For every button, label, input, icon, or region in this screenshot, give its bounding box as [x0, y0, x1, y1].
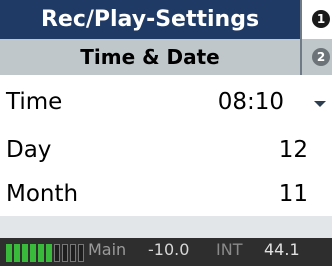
section-subtitle: Time & Date: [0, 39, 300, 75]
status-source-value: -10.0: [148, 240, 190, 259]
meter-segment: [54, 244, 60, 262]
indicator-2-text: 2: [316, 50, 326, 64]
screen: Rec/Play-Settings Time & Date 1 2 Time 0…: [0, 0, 332, 266]
section-subtitle-text: Time & Date: [80, 45, 220, 69]
meter-segment: [70, 244, 76, 262]
meter-segment: [6, 244, 12, 262]
setting-value-month[interactable]: 11: [279, 181, 308, 207]
setting-row-month[interactable]: Month 11: [0, 172, 332, 216]
indicator-1-text: 1: [316, 12, 326, 26]
setting-row-time[interactable]: Time 08:10: [0, 80, 332, 124]
blank-row: [0, 216, 332, 238]
chevron-down-icon[interactable]: [314, 101, 326, 107]
meter-segment: [22, 244, 28, 262]
indicator-1-icon: 1: [312, 10, 330, 28]
status-clock-value: 44.1: [264, 240, 300, 259]
meter-segment: [14, 244, 20, 262]
indicator-2-icon: 2: [312, 48, 330, 66]
status-source-label: Main: [88, 240, 127, 259]
setting-value-time[interactable]: 08:10: [218, 89, 284, 115]
status-clock-label: INT: [216, 240, 243, 259]
meter-segment: [46, 244, 52, 262]
meter-segment: [30, 244, 36, 262]
header-divider: [300, 0, 302, 75]
setting-value-day[interactable]: 12: [279, 137, 308, 163]
page-title: Rec/Play-Settings: [0, 0, 300, 39]
setting-label-time: Time: [6, 89, 63, 115]
meter-segment: [78, 244, 84, 262]
page-title-text: Rec/Play-Settings: [40, 7, 260, 32]
level-meter: [6, 244, 84, 262]
meter-segment: [38, 244, 44, 262]
setting-label-day: Day: [6, 137, 52, 163]
meter-segment: [62, 244, 68, 262]
setting-row-day[interactable]: Day 12: [0, 128, 332, 172]
setting-label-month: Month: [6, 181, 79, 207]
